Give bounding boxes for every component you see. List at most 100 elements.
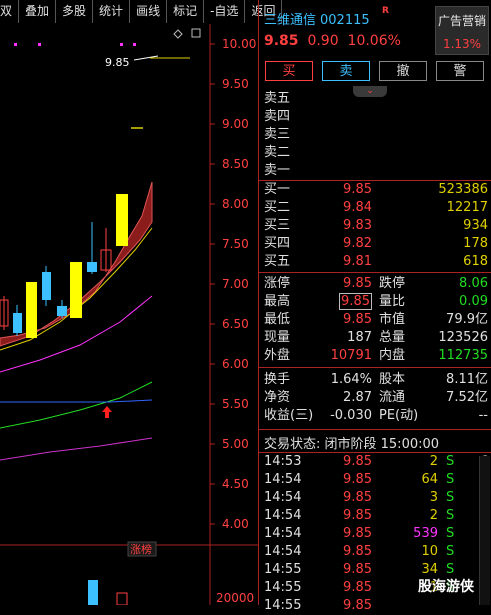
tick-row: 14:539.852S1 bbox=[264, 453, 490, 471]
stat-value: 7.52亿 bbox=[446, 390, 488, 405]
tick-price: 9.85 bbox=[343, 472, 372, 487]
toolbar-item-overlay[interactable]: 叠加 bbox=[19, 0, 57, 23]
tick-row: 14:549.8510S1 bbox=[264, 543, 490, 561]
up-arrow-icon bbox=[102, 406, 112, 418]
tick-side: S bbox=[446, 490, 455, 505]
bid-volume: 523386 bbox=[438, 182, 488, 197]
tick-row: 14:549.8564S2 bbox=[264, 471, 490, 489]
chart-toolbar: 双 叠加 多股 统计 画线 标记 -自选 返回 bbox=[0, 0, 283, 24]
stat-value: -0.030 bbox=[330, 408, 372, 423]
price-line: 9.85 0.90 10.06% bbox=[264, 33, 401, 49]
divider bbox=[259, 367, 491, 368]
alert-button[interactable]: 警 bbox=[436, 61, 484, 81]
tick-price: 9.85 bbox=[343, 526, 372, 541]
candle bbox=[26, 282, 37, 338]
bid-row[interactable]: 买四 9.82 178 bbox=[264, 235, 488, 253]
stat-value: 123526 bbox=[438, 330, 488, 345]
volume-axis-label: 20000 bbox=[216, 591, 254, 605]
bid-label: 买四 bbox=[264, 236, 291, 251]
bid-row[interactable]: 买三 9.83 934 bbox=[264, 217, 488, 235]
buy-button[interactable]: 买 bbox=[265, 61, 313, 81]
stat-value: 8.06 bbox=[459, 276, 488, 291]
price-tick: 4.00 bbox=[222, 517, 249, 531]
sector-box[interactable]: 广告营销 1.13% bbox=[435, 6, 489, 55]
sell-button[interactable]: 卖 bbox=[322, 61, 370, 81]
stat-label: 最低 bbox=[264, 312, 291, 327]
price-tick: 6.50 bbox=[222, 317, 249, 331]
limit-up-tag: 涨榜 bbox=[130, 542, 152, 556]
tick-row: 14:55 9.85 bbox=[264, 597, 490, 615]
price-tick: 9.50 bbox=[222, 77, 249, 91]
toolbar-item-double[interactable]: 双 bbox=[0, 0, 20, 23]
price-change-pct: 10.06% bbox=[347, 33, 401, 49]
stat-row: 最高 9.85 量比 0.09 bbox=[264, 293, 488, 311]
stat-row: 最低 9.85 市值 79.9亿 bbox=[264, 311, 488, 329]
bid-label: 买一 bbox=[264, 182, 291, 197]
watermark: 股海游侠 bbox=[418, 579, 474, 595]
volume-bar bbox=[88, 580, 98, 605]
bid-volume: 618 bbox=[463, 254, 488, 269]
bid-volume: 178 bbox=[463, 236, 488, 251]
sector-change: 1.13% bbox=[442, 37, 482, 51]
kline-chart[interactable]: 9.85 10.00 9.50 9.00 8.50 8.00 7.50 7.00… bbox=[0, 24, 258, 605]
stat-value: -- bbox=[478, 408, 488, 423]
stat-value: 2.87 bbox=[343, 390, 372, 405]
price-tick: 5.50 bbox=[222, 397, 249, 411]
stat-label: 市值 bbox=[379, 312, 406, 327]
stat-row: 收益(三) -0.030 PE(动) -- bbox=[264, 407, 488, 425]
stat-row: 现量 187 总量 123526 bbox=[264, 329, 488, 347]
cancel-order-button[interactable]: 撤 bbox=[379, 61, 427, 81]
stat-value: 10791 bbox=[330, 348, 372, 363]
tick-side: S bbox=[446, 472, 455, 487]
divider bbox=[259, 272, 491, 273]
tick-price: 9.85 bbox=[343, 544, 372, 559]
stock-code: 002115 bbox=[320, 13, 370, 28]
stat-value: 9.85 bbox=[343, 312, 372, 327]
stat-label: 外盘 bbox=[264, 348, 291, 363]
tick-list-scrollbar[interactable] bbox=[479, 456, 490, 605]
price-tick: 7.00 bbox=[222, 277, 249, 291]
stat-label: PE(动) bbox=[379, 408, 419, 423]
toolbar-item-mark[interactable]: 标记 bbox=[167, 0, 205, 23]
stat-value: 1.64% bbox=[330, 372, 372, 387]
ask-row: 卖五 bbox=[264, 90, 488, 108]
bid-price: 9.82 bbox=[343, 236, 372, 251]
tick-volume: 2 bbox=[429, 508, 438, 523]
tick-volume: 10 bbox=[421, 544, 438, 559]
tick-time: 14:55 bbox=[264, 598, 302, 613]
price-tick: 10.00 bbox=[222, 37, 256, 51]
price-tick: 4.50 bbox=[222, 477, 249, 491]
price-axis-ticks bbox=[210, 43, 215, 525]
stat-value: 0.09 bbox=[459, 294, 488, 309]
diamond-icon[interactable] bbox=[173, 29, 183, 39]
tick-time: 14:54 bbox=[264, 508, 302, 523]
tick-side: S bbox=[446, 508, 455, 523]
stat-label: 内盘 bbox=[379, 348, 406, 363]
toolbar-item-multi-stock[interactable]: 多股 bbox=[56, 0, 94, 23]
toolbar-item-draw-line[interactable]: 画线 bbox=[130, 0, 168, 23]
stat-label: 股本 bbox=[379, 372, 406, 387]
signal-dots bbox=[14, 43, 136, 46]
toolbar-item-statistics[interactable]: 统计 bbox=[93, 0, 131, 23]
stat-value: 187 bbox=[347, 330, 372, 345]
bid-price: 9.84 bbox=[343, 200, 372, 215]
tick-volume: 3 bbox=[429, 490, 438, 505]
window-toggle-icon[interactable] bbox=[191, 28, 201, 38]
tick-side: S bbox=[446, 526, 455, 541]
bid-row[interactable]: 买一 9.85 523386 bbox=[264, 181, 488, 199]
trading-status: 交易状态: 闭市阶段 15:00:00 bbox=[264, 437, 440, 452]
tick-price: 9.85 bbox=[343, 508, 372, 523]
divider bbox=[259, 429, 491, 430]
current-price: 9.85 bbox=[264, 33, 299, 49]
tick-volume: 539 bbox=[413, 526, 438, 541]
ask-row: 卖二 bbox=[264, 144, 488, 162]
bid-price: 9.83 bbox=[343, 218, 372, 233]
toolbar-item-remove-watchlist[interactable]: -自选 bbox=[204, 0, 246, 23]
tick-price: 9.85 bbox=[343, 580, 372, 595]
stat-value: 8.11亿 bbox=[446, 372, 488, 387]
bid-label: 买二 bbox=[264, 200, 291, 215]
stock-title[interactable]: 三维通信 002115 bbox=[264, 9, 370, 28]
bid-row[interactable]: 买五 9.81 618 bbox=[264, 253, 488, 271]
bid-row[interactable]: 买二 9.84 12217 bbox=[264, 199, 488, 217]
stat-label: 换手 bbox=[264, 372, 291, 387]
